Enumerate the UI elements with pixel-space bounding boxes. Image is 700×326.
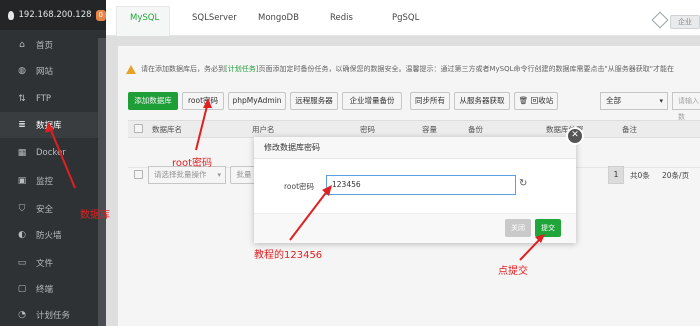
sidebar-item-label: 计划任务 <box>36 311 71 321</box>
database-icon: ≣ <box>18 120 26 130</box>
sidebar-item-website[interactable]: ◍ 网站 <box>0 58 98 84</box>
shield-icon: ⛉ <box>18 204 26 214</box>
upgrade-button[interactable]: 企业 <box>670 15 700 29</box>
server-header: 192.168.200.128 0 <box>0 0 106 30</box>
tab-sqlserver[interactable]: SQLServer <box>192 0 237 36</box>
sidebar: 192.168.200.128 0 ⌂ 首页 ◍ 网站 ⇅ FTP ≣ 数据库 ▦ Doc… <box>0 0 106 326</box>
sidebar-item-database[interactable]: ≣ 数据库 <box>0 112 98 138</box>
sidebar-item-terminal[interactable]: ▢ 终端 <box>0 276 98 302</box>
folder-icon: ▭ <box>17 258 27 268</box>
modal-footer: 关闭 提交 <box>254 213 576 243</box>
annotation-root-password: root密码 <box>172 158 213 169</box>
sidebar-item-files[interactable]: ▭ 文件 <box>0 250 98 276</box>
sidebar-item-label: 防火墙 <box>36 231 62 241</box>
diamond-icon <box>651 11 669 29</box>
sidebar-item-label: 首页 <box>36 41 54 51</box>
sidebar-item-label: Docker <box>36 148 66 158</box>
change-password-modal: 修改数据库密码 ✕ root密码 123456 ↻ 关闭 提交 <box>254 127 584 243</box>
annotation-submit: 点提交 <box>498 266 528 277</box>
sidebar-item-firewall[interactable]: ◐ 防火墙 <box>0 222 98 248</box>
close-icon[interactable]: ✕ <box>566 127 584 145</box>
tab-pgsql[interactable]: PgSQL <box>392 0 419 36</box>
clock-icon: ◔ <box>18 310 26 320</box>
submit-button[interactable]: 提交 <box>535 219 561 237</box>
firewall-icon: ◐ <box>18 230 26 240</box>
sidebar-item-label: 安全 <box>36 205 54 215</box>
annotation-database: 数据库 <box>80 210 110 221</box>
root-password-input[interactable]: 123456 <box>326 175 516 195</box>
sidebar-item-cron[interactable]: ◔ 计划任务 <box>0 302 98 326</box>
close-button[interactable]: 关闭 <box>505 219 531 237</box>
refresh-icon[interactable]: ↻ <box>519 179 529 189</box>
sidebar-item-label: 数据库 <box>36 121 62 131</box>
modal-title: 修改数据库密码 <box>254 137 576 159</box>
tab-mongodb[interactable]: MongoDB <box>258 0 299 36</box>
sidebar-item-monitor[interactable]: ▣ 监控 <box>0 168 98 194</box>
annotation-tutorial: 教程的123456 <box>254 250 323 261</box>
server-logo-icon <box>8 10 14 20</box>
sidebar-item-label: FTP <box>36 94 52 104</box>
tab-mysql[interactable]: MySQL <box>130 0 159 36</box>
sidebar-item-label: 网站 <box>36 67 54 77</box>
sidebar-item-label: 文件 <box>36 259 54 269</box>
sidebar-item-docker[interactable]: ▦ Docker <box>0 140 98 166</box>
sidebar-scrollbar[interactable] <box>98 38 106 326</box>
sidebar-item-ftp[interactable]: ⇅ FTP <box>0 86 98 112</box>
docker-icon: ▦ <box>17 148 27 158</box>
sidebar-item-home[interactable]: ⌂ 首页 <box>0 32 98 58</box>
home-icon: ⌂ <box>19 40 25 50</box>
terminal-icon: ▢ <box>17 284 27 294</box>
notification-badge[interactable]: 0 <box>95 9 106 21</box>
ftp-icon: ⇅ <box>18 94 26 104</box>
monitor-icon: ▣ <box>17 176 27 186</box>
sidebar-item-label: 监控 <box>36 177 54 187</box>
db-type-tabs: MySQL SQLServer MongoDB Redis PgSQL 企业 <box>106 0 700 36</box>
sidebar-item-label: 终端 <box>36 285 54 295</box>
root-password-label: root密码 <box>284 182 315 191</box>
server-ip: 192.168.200.128 <box>18 10 92 20</box>
tab-redis[interactable]: Redis <box>330 0 353 36</box>
globe-icon: ◍ <box>18 66 26 76</box>
